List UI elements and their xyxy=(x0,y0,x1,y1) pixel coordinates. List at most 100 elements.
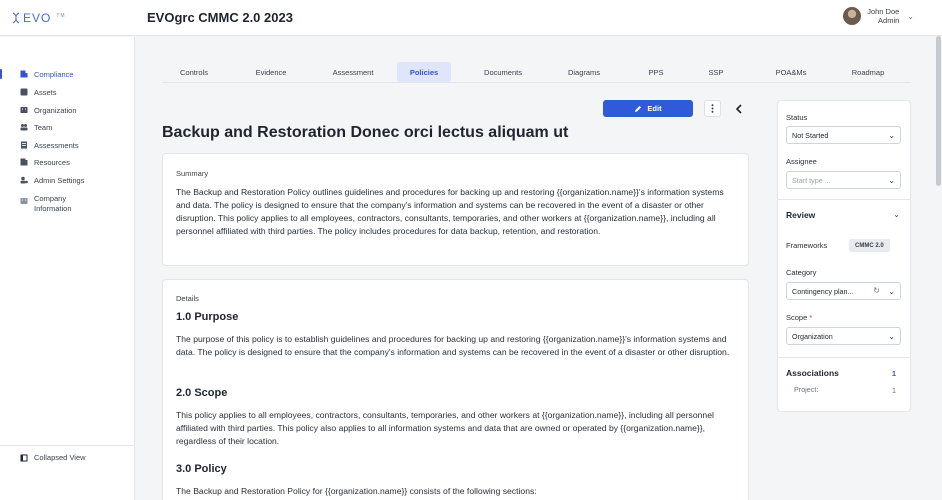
section-text: This policy applies to all employees, co… xyxy=(176,410,714,446)
sidebar-item-label: Admin Settings xyxy=(34,176,85,185)
sidebar: Compliance Assets Organization Team Asse… xyxy=(0,37,135,500)
company-information-icon xyxy=(20,198,28,204)
scrollbar-thumb[interactable] xyxy=(936,36,941,186)
summary-text: The Backup and Restoration Policy outlin… xyxy=(176,187,724,236)
more-options-button[interactable] xyxy=(704,100,721,117)
project-count: 1 xyxy=(892,386,896,395)
associations-count: 1 xyxy=(891,369,896,378)
chevron-down-icon: ⌄ xyxy=(888,131,895,140)
tab-bar: Controls Evidence Assessment Policies Do… xyxy=(163,62,911,82)
assessments-icon xyxy=(21,141,27,149)
section-heading: 2.0 Scope xyxy=(176,387,228,399)
status-select[interactable]: Not Started ⌄ xyxy=(786,126,901,144)
evo-logo[interactable]: EVO TM xyxy=(12,11,66,25)
active-indicator xyxy=(0,69,2,79)
project-label: Project: xyxy=(794,385,819,394)
chevron-down-icon[interactable]: ⌄ xyxy=(893,210,900,219)
sidebar-item-resources[interactable]: Resources xyxy=(20,158,70,167)
sidebar-item-label: Team xyxy=(34,123,53,132)
page-title: Backup and Restoration Donec orci lectus… xyxy=(162,124,569,141)
category-select[interactable]: Contingency plan... ↻ ⌄ xyxy=(786,282,901,300)
resources-icon xyxy=(20,158,28,166)
framework-badge: CMMC 2.0 xyxy=(849,239,890,252)
sidebar-item-label: Company xyxy=(34,194,67,203)
tab-assessment[interactable]: Assessment xyxy=(317,62,389,82)
sidebar-divider xyxy=(0,445,135,446)
user-menu[interactable]: John Doe Admin ⌄ xyxy=(843,7,914,25)
tab-ssp[interactable]: SSP xyxy=(699,62,733,82)
status-label: Status xyxy=(786,113,808,122)
status-value: Not Started xyxy=(792,130,829,140)
collapsed-view-toggle[interactable]: Collapsed View xyxy=(20,453,86,462)
details-label: Details xyxy=(176,294,199,303)
tab-poams[interactable]: POA&Ms xyxy=(733,62,849,82)
organization-icon xyxy=(20,107,28,113)
sidebar-item-label: Organization xyxy=(34,106,77,115)
back-button[interactable] xyxy=(730,100,747,117)
chevron-down-icon: ⌄ xyxy=(888,176,895,185)
scope-value: Organization xyxy=(792,331,833,341)
top-header: EVO TM EVOgrc CMMC 2.0 2023 John Doe Adm… xyxy=(0,0,942,36)
category-label: Category xyxy=(786,268,817,277)
tab-divider xyxy=(163,82,911,83)
logo-text: EVO xyxy=(23,11,52,25)
required-marker: * xyxy=(809,313,813,322)
sidebar-item-admin-settings[interactable]: Admin Settings xyxy=(20,176,84,185)
admin-settings-icon xyxy=(20,176,28,184)
sidebar-item-team[interactable]: Team xyxy=(20,123,52,132)
sidebar-item-label: Assessments xyxy=(34,141,79,150)
sidebar-item-label: Resources xyxy=(34,158,70,167)
page-scrollbar[interactable] xyxy=(936,36,941,500)
edit-button[interactable]: Edit xyxy=(603,100,693,117)
chevron-down-icon: ⌄ xyxy=(907,11,914,21)
section-text: The purpose of this policy is to establi… xyxy=(176,334,730,357)
tab-pps[interactable]: PPS xyxy=(613,62,699,82)
sidebar-item-label: Assets xyxy=(34,88,57,97)
pencil-icon xyxy=(635,105,642,112)
assignee-input[interactable]: Start type ... ⌄ xyxy=(786,171,901,189)
team-icon xyxy=(20,124,28,131)
assignee-placeholder: Start type ... xyxy=(792,175,831,185)
scope-select[interactable]: Organization ⌄ xyxy=(786,327,901,345)
tab-roadmap[interactable]: Roadmap xyxy=(849,62,887,82)
tab-documents[interactable]: Documents xyxy=(451,62,555,82)
tab-evidence[interactable]: Evidence xyxy=(225,62,317,82)
sidebar-item-assessments[interactable]: Assessments xyxy=(20,141,79,150)
app-title: EVOgrc CMMC 2.0 2023 xyxy=(147,10,293,25)
tab-policies[interactable]: Policies xyxy=(397,62,451,82)
refresh-icon[interactable]: ↻ xyxy=(873,286,880,295)
sidebar-item-company-information[interactable]: Company Information xyxy=(20,194,72,214)
chevron-down-icon: ⌄ xyxy=(888,287,895,296)
sidebar-item-label-line2: Information xyxy=(34,204,72,213)
sidebar-item-compliance[interactable]: Compliance xyxy=(20,70,74,79)
category-value: Contingency plan... xyxy=(792,286,854,296)
sidebar-item-assets[interactable]: Assets xyxy=(20,88,57,97)
compliance-icon xyxy=(20,70,28,78)
tab-diagrams[interactable]: Diagrams xyxy=(555,62,613,82)
dna-icon xyxy=(12,12,20,24)
chevron-down-icon: ⌄ xyxy=(888,332,895,341)
chevron-left-icon xyxy=(735,103,742,114)
assignee-label: Assignee xyxy=(786,157,817,166)
sidebar-item-organization[interactable]: Organization xyxy=(20,106,77,115)
details-card: Details 1.0 Purpose The purpose of this … xyxy=(162,279,749,500)
logo-trademark: TM xyxy=(56,13,66,19)
user-role: Admin xyxy=(878,16,900,25)
summary-label: Summary xyxy=(176,169,209,178)
frameworks-label: Frameworks xyxy=(786,241,828,250)
avatar xyxy=(843,7,862,25)
tab-controls[interactable]: Controls xyxy=(163,62,225,82)
collapse-icon xyxy=(20,454,28,461)
collapsed-view-label: Collapsed View xyxy=(34,453,86,462)
scope-label: Scope * xyxy=(786,313,813,322)
review-heading: Review xyxy=(786,210,816,220)
section-heading: 1.0 Purpose xyxy=(176,311,239,323)
assets-icon xyxy=(20,88,28,96)
section-heading: 3.0 Policy xyxy=(176,463,227,475)
associations-heading: Associations xyxy=(786,368,839,378)
panel-divider xyxy=(778,357,910,358)
kebab-icon xyxy=(711,104,714,113)
user-name: John Doe xyxy=(867,7,900,16)
sidebar-item-label: Compliance xyxy=(34,70,74,79)
edit-button-label: Edit xyxy=(647,104,662,113)
